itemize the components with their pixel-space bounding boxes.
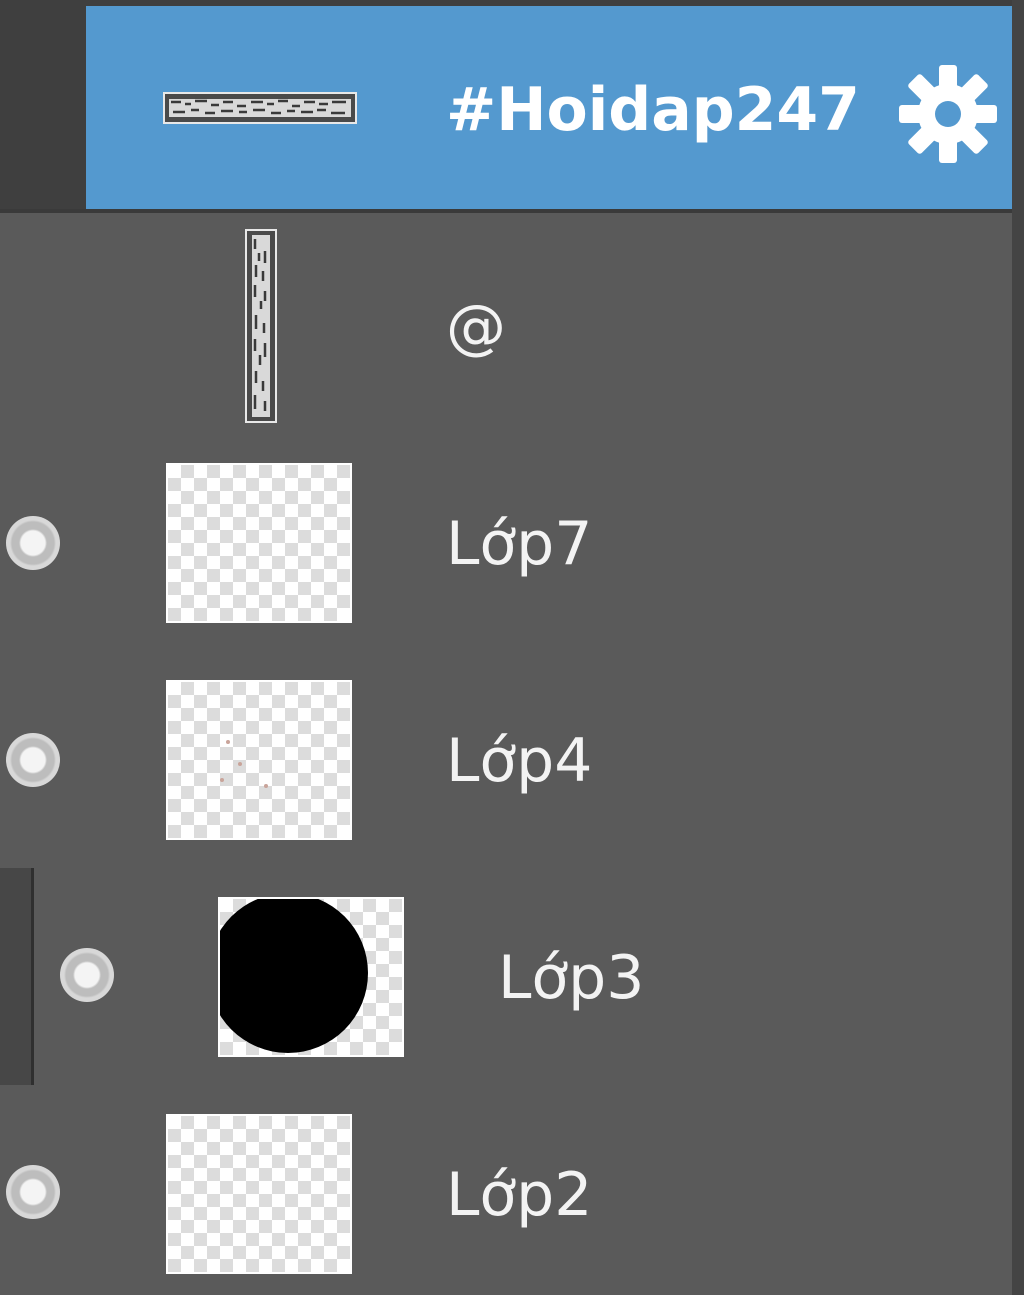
layer-row-at[interactable]: @ [0, 217, 1012, 438]
layer-thumbnail [166, 680, 352, 840]
layer-thumbnail-text-strip [163, 92, 357, 124]
layer-name: #Hoidap247 [446, 75, 860, 145]
layer-name: @ [446, 292, 506, 362]
layers-panel: #Hoidap247 @ Lớp7 Lớp4 Lớp3 Lớp2 [0, 0, 1024, 1295]
layer-name: Lớp4 [446, 726, 593, 796]
layer-row-hoidap247[interactable]: #Hoidap247 [0, 0, 1012, 213]
layer-name: Lớp2 [446, 1160, 593, 1230]
layer-thumbnail [166, 463, 352, 623]
visibility-toggle-icon[interactable] [6, 733, 60, 787]
layer-thumbnail [218, 897, 404, 1057]
layer-row-lop7[interactable]: Lớp7 [0, 434, 1012, 655]
layer-thumbnail-vertical-text [245, 229, 277, 423]
layer-name: Lớp3 [498, 943, 645, 1013]
layer-row-lop2[interactable]: Lớp2 [0, 1085, 1012, 1295]
gear-icon[interactable] [898, 64, 998, 164]
visibility-toggle-icon[interactable] [6, 1165, 60, 1219]
layer-thumbnail [166, 1114, 352, 1274]
panel-scroll-rail[interactable] [1012, 0, 1024, 1295]
layer-row-lop3[interactable]: Lớp3 [0, 868, 1012, 1089]
layer-row-lop4[interactable]: Lớp4 [0, 651, 1012, 872]
visibility-toggle-icon[interactable] [60, 948, 114, 1002]
clipping-indicator [0, 868, 34, 1085]
layer-name: Lớp7 [446, 509, 593, 579]
visibility-toggle-icon[interactable] [6, 516, 60, 570]
